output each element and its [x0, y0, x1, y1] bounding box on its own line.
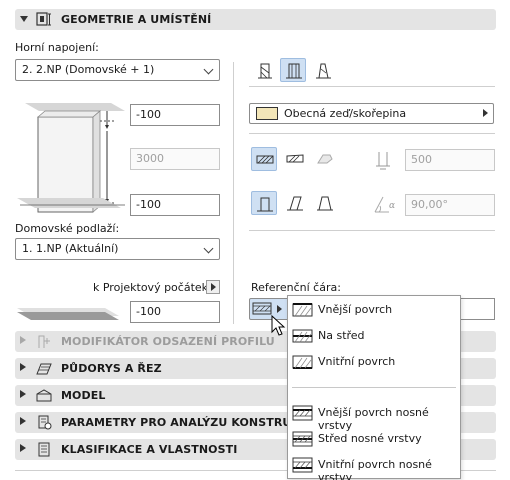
project-zero-label: k Projektový počátek: [93, 281, 209, 294]
bottom-offset-value: -100: [136, 198, 161, 211]
project-zero-value: -100: [136, 305, 161, 318]
section-title: PARAMETRY PRO ANALÝZU KONSTRUKCE: [61, 416, 316, 429]
thickness-value: 500: [411, 153, 432, 166]
trapezoid-wall-icon: [286, 63, 302, 79]
reference-line-menu: Vnější povrch Na střed Vnitřní povrch Vn…: [287, 295, 461, 480]
slanted-wall-button[interactable]: [282, 191, 308, 215]
complex-profile-button[interactable]: [312, 147, 338, 171]
classification-icon: [38, 442, 50, 457]
menu-item-core-center[interactable]: Střed nosné vrstvy: [288, 427, 460, 451]
core-center-icon: [292, 431, 313, 447]
section-title: PŮDORYS A ŘEZ: [61, 362, 162, 375]
divider-line: [249, 230, 495, 231]
vertical-wall-button[interactable]: [251, 191, 277, 215]
model-icon: [36, 389, 52, 402]
wall-height-input[interactable]: 3000: [130, 148, 220, 170]
menu-item-label: Na střed: [318, 329, 365, 342]
bottom-offset-input[interactable]: -100: [130, 194, 220, 216]
reference-toggle-button[interactable]: [206, 280, 220, 294]
home-story-label: Domovské podlaží:: [15, 222, 120, 235]
menu-item-label: Vnitřní povrch: [318, 355, 396, 368]
expand-arrow-icon[interactable]: [20, 390, 26, 398]
basic-profile-button[interactable]: [251, 147, 277, 171]
expand-arrow-icon[interactable]: [20, 444, 26, 452]
expand-arrow-icon[interactable]: [20, 417, 26, 425]
column-divider: [233, 62, 234, 324]
menu-item-label: Vnější povrch: [318, 303, 393, 316]
menu-item-core-exterior[interactable]: Vnější povrch nosné vrstvy: [288, 401, 460, 432]
polygonal-wall-icon: [316, 63, 331, 79]
reference-offset-input[interactable]: [455, 298, 495, 320]
mouse-cursor-icon: [271, 315, 286, 336]
profile-offset-icon: [38, 335, 50, 348]
slant-angle-value: 90,00°: [411, 198, 448, 211]
structure-value: Obecná zeď/skořepina: [284, 107, 407, 120]
menu-item-core-interior[interactable]: Vnitřní povrch nosné vrstvy: [288, 453, 460, 480]
vertical-wall-icon: [257, 197, 273, 212]
chevron-down-icon: [203, 64, 214, 75]
straight-wall-icon: [258, 63, 272, 79]
divider-line: [249, 86, 495, 87]
divider-line: [249, 133, 495, 134]
menu-item-exterior-face[interactable]: Vnější povrch: [288, 298, 460, 322]
basic-profile-icon: [256, 155, 274, 164]
polygonal-wall-button[interactable]: [310, 59, 336, 83]
interior-face-icon: [292, 355, 313, 369]
home-story-select[interactable]: 1. 1.NP (Aktuální): [15, 238, 220, 260]
menu-item-label: Střed nosné vrstvy: [318, 432, 422, 445]
menu-item-interior-face[interactable]: Vnitřní povrch: [288, 350, 460, 374]
collapse-arrow-icon[interactable]: [20, 16, 28, 22]
play-icon: [211, 283, 216, 291]
trapezoid-wall-button[interactable]: [280, 58, 306, 82]
expand-arrow-icon[interactable]: [20, 336, 26, 344]
wall-height-value: 3000: [136, 152, 164, 165]
section-geometry-header[interactable]: GEOMETRIE A UMÍSTĚNÍ: [15, 9, 496, 30]
core-exterior-icon: [292, 405, 313, 421]
home-story-value: 1. 1.NP (Aktuální): [22, 242, 119, 255]
top-link-label: Horní napojení:: [15, 41, 99, 54]
section-title: MODEL: [61, 389, 106, 402]
slant-angle-icon: α: [374, 196, 395, 213]
expand-arrow-icon[interactable]: [20, 363, 26, 371]
menu-item-label: Vnitřní povrch nosné vrstvy: [318, 458, 432, 480]
straight-wall-button[interactable]: [252, 59, 278, 83]
chevron-down-icon: [203, 243, 214, 254]
geometry-icon: [36, 12, 51, 26]
structural-analysis-icon: [38, 415, 52, 430]
double-slanted-wall-icon: [317, 196, 333, 211]
top-link-select[interactable]: 2. 2.NP (Domovské + 1): [15, 59, 220, 81]
top-link-value: 2. 2.NP (Domovské + 1): [22, 63, 155, 76]
reference-line-label: Referenční čára:: [251, 281, 341, 294]
material-swatch-icon: [256, 107, 278, 120]
floor-plan-icon: [36, 363, 52, 375]
slanted-profile-button[interactable]: [282, 147, 308, 171]
svg-text:α: α: [389, 201, 395, 211]
menu-item-center[interactable]: Na střed: [288, 324, 460, 348]
center-icon: [292, 329, 313, 343]
section-title: GEOMETRIE A UMÍSTĚNÍ: [61, 13, 212, 26]
project-zero-input[interactable]: -100: [130, 301, 220, 323]
core-interior-icon: [292, 457, 313, 473]
section-title: KLASIFIKACE A VLASTNOSTI: [61, 443, 238, 456]
top-offset-value: -100: [136, 108, 161, 121]
arrow-right-icon: [483, 109, 488, 117]
double-slanted-wall-button[interactable]: [312, 191, 338, 215]
slanted-profile-icon: [286, 154, 304, 163]
section-title: MODIFIKÁTOR ODSAZENÍ PROFILU: [61, 335, 275, 348]
top-offset-input[interactable]: -100: [130, 104, 220, 126]
exterior-face-icon: [292, 303, 313, 317]
thickness-icon: [376, 152, 390, 170]
slant-angle-input[interactable]: 90,00°: [405, 194, 495, 216]
complex-profile-icon: [317, 154, 333, 164]
structure-select[interactable]: Obecná zeď/skořepina: [249, 103, 494, 124]
menu-separator: [292, 387, 456, 388]
slanted-wall-icon: [287, 196, 303, 211]
thickness-input[interactable]: 500: [405, 149, 495, 171]
